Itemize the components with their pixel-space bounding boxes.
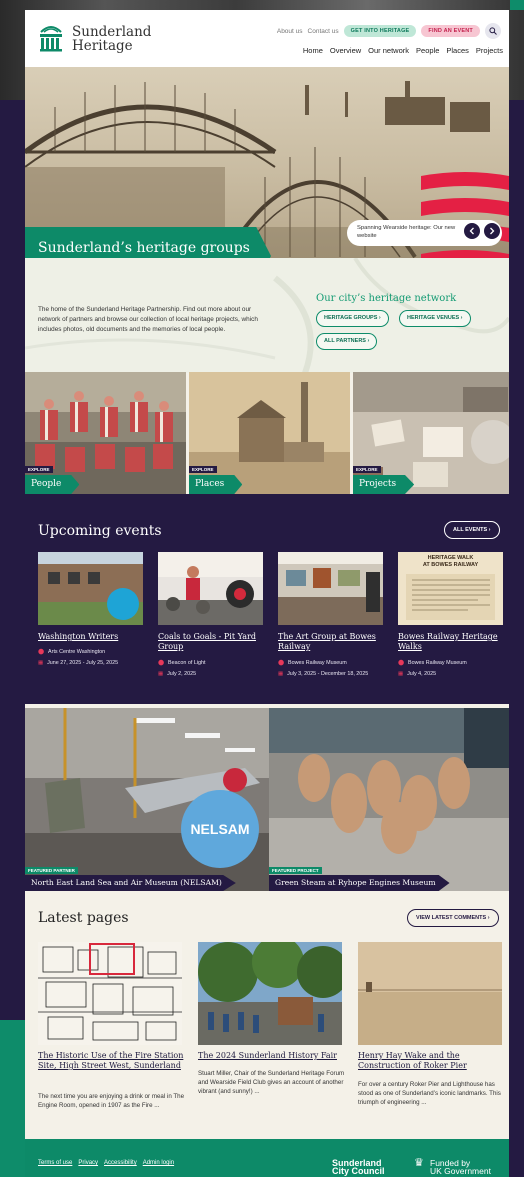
coal-sacks-photo: [269, 708, 509, 891]
all-partners-button[interactable]: ALL PARTNERS ›: [316, 333, 378, 350]
site-header: Sunderland Heritage About us Contact us …: [25, 10, 509, 67]
nelsam-logo: NELSAM: [181, 790, 259, 868]
calendar-icon: ▦: [38, 660, 44, 666]
event-venue: ⬤ Beacon of Light: [158, 660, 206, 666]
nav-places[interactable]: Places: [446, 46, 469, 55]
event-image[interactable]: [158, 552, 263, 625]
background-accent: [0, 1020, 26, 1177]
nav-overview[interactable]: Overview: [330, 46, 361, 55]
heritage-venues-button[interactable]: HERITAGE VENUES ›: [399, 310, 471, 327]
footer-links: Terms of use Privacy Accessibility Admin…: [38, 1160, 174, 1166]
uk-government-logo: ♛ Funded by UK Government: [414, 1157, 491, 1176]
web-page: Sunderland Heritage About us Contact us …: [25, 10, 509, 1177]
event-venue: ⬤ Bowes Railway Museum: [278, 660, 347, 666]
page-image[interactable]: [358, 942, 502, 1045]
event-image[interactable]: [278, 552, 383, 625]
all-events-button[interactable]: ALL EVENTS ›: [444, 521, 500, 539]
events-title: Upcoming events: [38, 523, 162, 539]
featured-partner-label[interactable]: North East Land Sea and Air Museum (NELS…: [25, 875, 236, 891]
featured-tag: FEATURED PARTNER: [25, 867, 78, 874]
logo-icon[interactable]: [38, 24, 64, 52]
event-image[interactable]: HERITAGE WALK AT BOWES RAILWAY: [398, 552, 503, 625]
page-title-link[interactable]: Henry Hay Wake and the Construction of R…: [358, 1051, 508, 1071]
location-pin-icon: ⬤: [278, 660, 285, 666]
street-map-image: [38, 942, 182, 1045]
page-title-link[interactable]: The 2024 Sunderland History Fair: [198, 1051, 348, 1061]
nav-projects[interactable]: Projects: [476, 46, 503, 55]
event-title-link[interactable]: Washington Writers: [38, 632, 150, 642]
explore-tag: EXPLORE: [189, 466, 217, 473]
event-title-link[interactable]: The Art Group at Bowes Railway: [278, 632, 390, 652]
page-excerpt: For over a century Roker Pier and Lighth…: [358, 1081, 501, 1106]
event-date: ▦ July 2, 2025: [158, 671, 197, 677]
explore-people-card[interactable]: EXPLORE People: [25, 372, 186, 494]
nav-our-network[interactable]: Our network: [368, 46, 409, 55]
location-pin-icon: ⬤: [158, 660, 165, 666]
council-logo[interactable]: Sunderland City Council: [332, 1159, 385, 1176]
privacy-link[interactable]: Privacy: [78, 1160, 98, 1166]
featured-project-card[interactable]: FEATURED PROJECT Green Steam at Ryhope E…: [269, 708, 509, 891]
explore-places-label[interactable]: Places: [189, 475, 243, 494]
get-into-heritage-button[interactable]: GET INTO HERITAGE: [343, 25, 417, 37]
event-title-link[interactable]: Coals to Goals - Pit Yard Group: [158, 632, 270, 652]
featured-tag: FEATURED PROJECT: [269, 867, 322, 874]
event-title-link[interactable]: Bowes Railway Heritage Walks: [398, 632, 509, 652]
site-title[interactable]: Sunderland Heritage: [72, 25, 151, 53]
heritage-groups-button[interactable]: HERITAGE GROUPS ›: [316, 310, 389, 327]
search-button[interactable]: [485, 23, 501, 39]
explore-places-card[interactable]: EXPLORE Places: [189, 372, 350, 494]
arts-centre-photo: [38, 552, 143, 625]
slide-caption-text[interactable]: Spanning Wearside heritage: Our new webs…: [357, 224, 462, 240]
about-link[interactable]: About us: [277, 28, 303, 35]
calendar-icon: ▦: [398, 671, 404, 677]
page-excerpt: The next time you are enjoying a drink o…: [38, 1093, 185, 1109]
terms-link[interactable]: Terms of use: [38, 1160, 72, 1166]
explore-tag: EXPLORE: [353, 466, 381, 473]
featured-project-label[interactable]: Green Steam at Ryhope Engines Museum: [269, 875, 450, 891]
art-group-photo: [278, 552, 383, 625]
search-icon: [489, 27, 497, 35]
page-image[interactable]: [38, 942, 182, 1045]
chevron-left-icon: [469, 227, 474, 235]
admin-login-link[interactable]: Admin login: [143, 1160, 174, 1166]
explore-people-label[interactable]: People: [25, 475, 80, 494]
latest-pages-title: Latest pages: [38, 910, 129, 926]
page-excerpt: Stuart Miller, Chair of the Sunderland H…: [198, 1070, 345, 1095]
featured-partner-card[interactable]: NELSAM FEATURED PARTNER North East Land …: [25, 708, 269, 891]
poster-heading: HERITAGE WALK AT BOWES RAILWAY: [422, 555, 479, 568]
nav-people[interactable]: People: [416, 46, 439, 55]
crest-icon: ♛: [414, 1157, 424, 1169]
location-pin-icon: ⬤: [398, 660, 405, 666]
event-date: ▦ July 4, 2025: [398, 671, 437, 677]
history-fair-photo: [198, 942, 342, 1045]
main-nav: Home Overview Our network People Places …: [303, 46, 503, 55]
event-venue: ⬤ Bowes Railway Museum: [398, 660, 467, 666]
next-slide-button[interactable]: [484, 223, 500, 239]
page-title-link[interactable]: The Historic Use of the Fire Station Sit…: [38, 1051, 188, 1071]
roker-pier-photo: [358, 942, 502, 1045]
explore-projects-card[interactable]: EXPLORE Projects: [353, 372, 509, 494]
accessibility-link[interactable]: Accessibility: [104, 1160, 137, 1166]
previous-slide-button[interactable]: [464, 223, 480, 239]
view-latest-comments-button[interactable]: VIEW LATEST COMMENTS ›: [407, 909, 499, 927]
event-image[interactable]: [38, 552, 143, 625]
event-date: ▦ July 3, 2025 - December 18, 2025: [278, 671, 369, 677]
background-accent: [510, 0, 524, 10]
intro-text: The home of the Sunderland Heritage Part…: [38, 306, 258, 333]
calendar-icon: ▦: [158, 671, 164, 677]
coals-to-goals-photo: [158, 552, 263, 625]
network-title: Our city’s heritage network: [316, 293, 457, 304]
calendar-icon: ▦: [278, 671, 284, 677]
event-venue: ⬤ Arts Centre Washington: [38, 649, 106, 655]
location-pin-icon: ⬤: [38, 649, 45, 655]
page-image[interactable]: [198, 942, 342, 1045]
top-links: About us Contact us GET INTO HERITAGE FI…: [277, 23, 501, 39]
nav-home[interactable]: Home: [303, 46, 323, 55]
explore-projects-label[interactable]: Projects: [353, 475, 415, 494]
contact-link[interactable]: Contact us: [308, 28, 339, 35]
find-event-button[interactable]: FIND AN EVENT: [421, 25, 480, 37]
chevron-right-icon: [490, 227, 495, 235]
event-date: ▦ June 27, 2025 - July 25, 2025: [38, 660, 119, 666]
explore-tag: EXPLORE: [25, 466, 53, 473]
